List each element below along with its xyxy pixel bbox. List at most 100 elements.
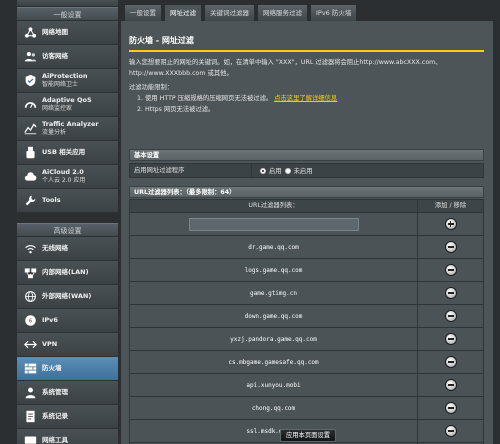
remove-cell: [418, 374, 483, 396]
sidebar-item-label: 系统管理: [42, 387, 68, 397]
sidebar-item-tools[interactable]: Tools: [17, 189, 118, 213]
sidebar-item-network-tools[interactable]: 网络工具: [17, 429, 118, 444]
sidebar-item-traffic-analyzer[interactable]: Traffic Analyzer 流量分析: [17, 117, 118, 141]
sidebar-item-title: 网络地图: [42, 27, 68, 36]
sidebar-general-list: 网络地图访客网络 AiProtection 智能网络卫士 Adaptive QoS 网络…: [17, 21, 118, 213]
usb-icon: [22, 145, 38, 161]
url-entry: game.gtimg.cn: [130, 282, 418, 304]
sidebar-item-title: AiProtection: [42, 72, 88, 80]
sidebar-item-lan[interactable]: 内部网络(LAN): [17, 261, 118, 285]
add-button[interactable]: [444, 218, 457, 230]
sidebar-item-subtitle: 网络监控家: [42, 104, 73, 112]
tab-3[interactable]: 网络服务过滤: [257, 4, 308, 21]
aicloud-icon: [22, 169, 38, 185]
sidebar-item-vpn[interactable]: VPN: [17, 333, 118, 357]
sidebar-item-wan[interactable]: 外部网络(WAN): [17, 285, 118, 309]
sidebar-item-label: 无线网络: [42, 243, 68, 253]
tab-2[interactable]: 关键词过滤器: [204, 4, 255, 21]
url-column-header: URL过滤器列表：: [130, 200, 418, 212]
table-row: game.gtimg.cn: [129, 282, 484, 305]
sidebar-item-label: 访客网络: [42, 51, 68, 61]
traffic-analyzer-icon: [22, 121, 38, 137]
remove-button[interactable]: [444, 310, 457, 322]
url-filter-list-header: URL过滤器列表：（最多限制：64）: [129, 186, 484, 198]
vpn-icon: [22, 337, 38, 353]
tab-1[interactable]: 网址过滤: [164, 4, 202, 21]
sidebar-item-firewall[interactable]: 防火墙: [17, 357, 118, 381]
minus-icon: [447, 430, 454, 432]
sidebar-item-guest-network[interactable]: 访客网络: [17, 45, 118, 69]
sidebar-item-title: Tools: [42, 195, 61, 204]
tab-0[interactable]: 一般设置: [124, 4, 162, 21]
sidebar-item-title: Traffic Analyzer: [42, 120, 99, 128]
remove-button[interactable]: [444, 287, 457, 299]
table-row: down.game.qq.com: [129, 305, 484, 328]
minus-icon: [447, 338, 454, 340]
minus-icon: [447, 361, 454, 363]
sidebar-item-aiprotection[interactable]: AiProtection 智能网络卫士: [17, 69, 118, 93]
remove-button[interactable]: [444, 425, 457, 437]
svg-text:6: 6: [28, 319, 31, 325]
enable-url-filter-label: 启用网址过滤程序: [130, 164, 252, 177]
radio-disable[interactable]: [284, 167, 291, 174]
sidebar-item-administration[interactable]: 系统管理: [17, 381, 118, 405]
sidebar-item-wireless[interactable]: 无线网络: [17, 237, 118, 261]
sidebar-item-ipv6[interactable]: 6 IPv6: [17, 309, 118, 333]
remove-cell: [418, 236, 483, 258]
sidebar-item-aicloud[interactable]: AiCloud 2.0 个人云 2.0 应用: [17, 165, 118, 189]
basic-settings-header: 基本设置: [129, 149, 484, 161]
sidebar-item-label: Adaptive QoS 网络监控家: [42, 96, 92, 112]
enable-url-filter-options: 启用 未启用: [252, 164, 483, 177]
radio-enable[interactable]: [260, 167, 266, 174]
url-input[interactable]: [188, 217, 359, 231]
sidebar-item-network-map[interactable]: 网络地图: [17, 21, 118, 45]
aiprotection-icon: [22, 73, 38, 89]
sidebar-item-adaptive-qos[interactable]: Adaptive QoS 网络监控家: [17, 93, 118, 117]
url-entry: api.xunyou.mobi: [130, 374, 418, 396]
minus-icon: [447, 384, 454, 386]
details-link[interactable]: 点击这里了解详细信息: [274, 95, 337, 102]
minus-icon: [447, 269, 454, 271]
remove-cell: [418, 328, 483, 350]
ipv6-icon: 6: [22, 313, 38, 329]
url-entry: ssl.msdk.qq.com: [130, 420, 418, 442]
sidebar-item-label: 外部网络(WAN): [42, 292, 91, 301]
limit-1: 1. 使用 HTTP 压缩规格的压缩网页无法被过滤。 点击这里了解详细信息: [129, 93, 484, 104]
apply-button[interactable]: 应用本页面设置: [280, 429, 336, 442]
sidebar-item-title: USB 相关应用: [42, 147, 86, 156]
sidebar-item-label: USB 相关应用: [42, 147, 86, 157]
limit-1-text: 1. 使用 HTTP 压缩规格的压缩网页无法被过滤。: [137, 95, 273, 102]
sidebar-item-title: 访客网络: [42, 51, 68, 60]
remove-cell: [418, 420, 483, 442]
scrollbar[interactable]: [493, 0, 500, 444]
table-row: yxzj.pandora.game.qq.com: [129, 328, 484, 351]
sidebar-item-title: 网络工具: [42, 435, 68, 444]
sidebar-item-system-log[interactable]: 系统记录: [17, 405, 118, 429]
sidebar-gap: [17, 213, 118, 223]
sidebar-item-title: AiCloud 2.0: [42, 168, 84, 176]
sidebar-item-label: 内部网络(LAN): [42, 268, 89, 277]
sidebar-advanced-title: 高级设置: [17, 223, 118, 237]
qos-icon: [22, 97, 38, 113]
system-log-icon: [22, 409, 38, 425]
tab-4[interactable]: IPv6 防火墙: [310, 4, 358, 21]
plus-icon: [447, 221, 454, 227]
sidebar-item-title: 系统管理: [42, 387, 68, 396]
wan-icon: [22, 289, 38, 305]
remove-button[interactable]: [444, 402, 457, 414]
remove-button[interactable]: [444, 333, 457, 345]
sidebar: 一般设置 网络地图 访客网络 AiProtection 智能网络卫士 Adaptive …: [17, 0, 118, 444]
remove-cell: [418, 282, 483, 304]
remove-button[interactable]: [444, 379, 457, 391]
sidebar-item-title: 无线网络: [42, 243, 68, 252]
remove-button[interactable]: [444, 241, 457, 253]
sidebar-item-title: Adaptive QoS: [42, 96, 92, 104]
sidebar-item-partial[interactable]: [17, 0, 118, 7]
sidebar-item-subtitle: 个人云 2.0 应用: [42, 176, 86, 184]
remove-button[interactable]: [444, 356, 457, 368]
sidebar-item-label: 系统记录: [42, 412, 68, 421]
remove-button[interactable]: [444, 264, 457, 276]
main-panel: 防火墙 - 网址过滤 输入您想要阻止的网址的关键词。如，在清单中输入 "XXX"…: [121, 21, 493, 444]
sidebar-item-usb-app[interactable]: USB 相关应用: [17, 141, 118, 165]
page-title: 防火墙 - 网址过滤: [129, 36, 194, 45]
